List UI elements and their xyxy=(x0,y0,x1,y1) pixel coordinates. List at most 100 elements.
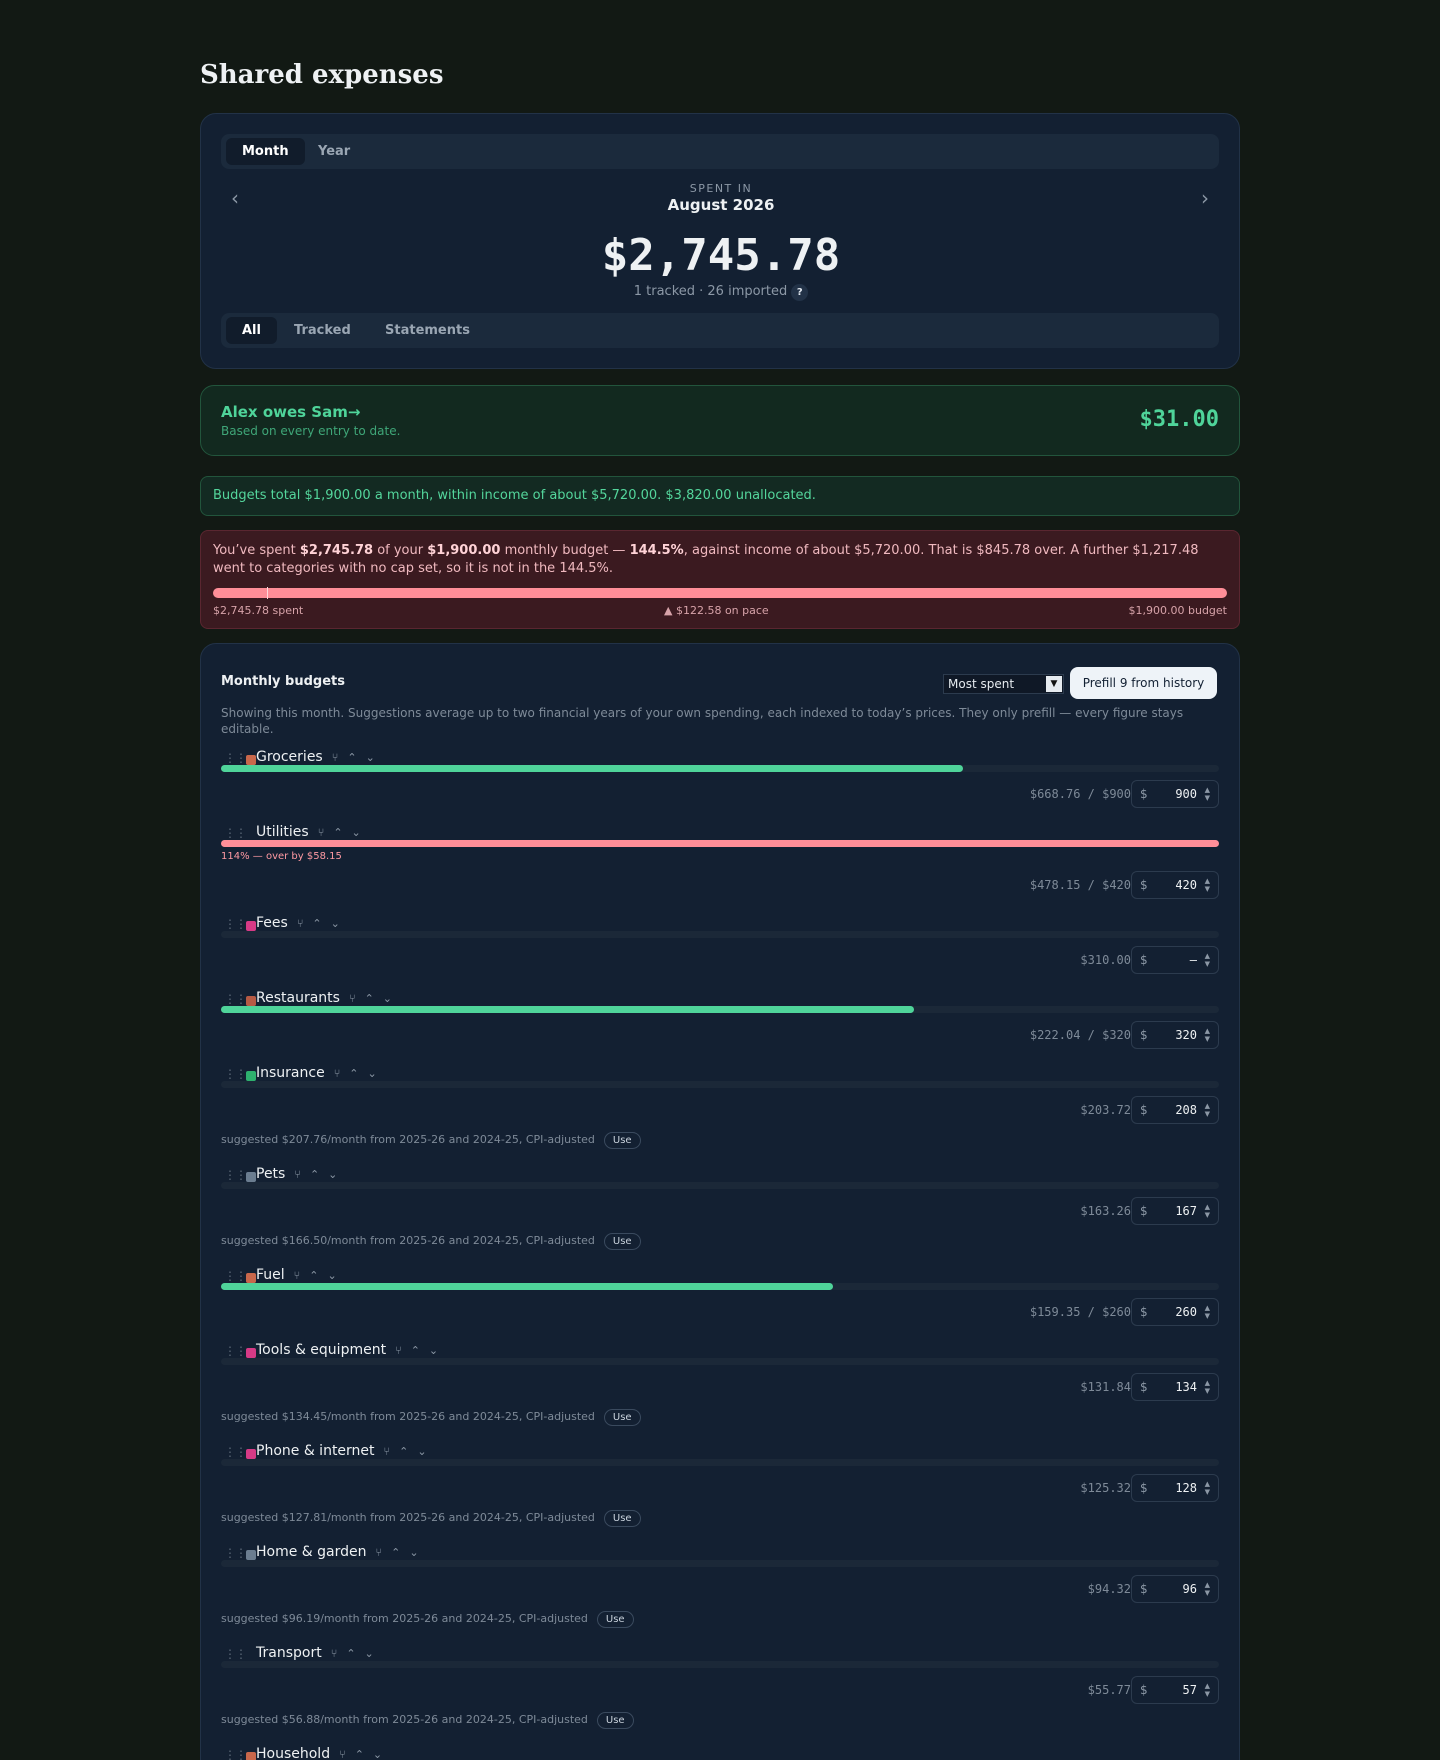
drag-handle-icon[interactable]: ⋮⋮ xyxy=(224,1748,247,1760)
move-up-icon[interactable]: ⌃ xyxy=(347,751,356,764)
stepper-icon[interactable]: ▲ ▼ xyxy=(1205,952,1210,968)
move-up-icon[interactable]: ⌃ xyxy=(411,1344,420,1357)
split-icon[interactable]: ⑂ xyxy=(334,1067,341,1080)
tab-tracked[interactable]: Tracked xyxy=(278,317,367,344)
spending-summary-card: Month Year ‹ › SPENT IN August 2026 $2,7… xyxy=(200,113,1240,369)
stepper-icon[interactable]: ▲ ▼ xyxy=(1205,1480,1210,1496)
budget-progress-track xyxy=(221,1283,1219,1290)
move-down-icon[interactable]: ⌄ xyxy=(383,992,392,1005)
stepper-icon[interactable]: ▲ ▼ xyxy=(1205,1581,1210,1597)
sort-select[interactable]: Most spent ▼ xyxy=(943,674,1064,694)
budget-amount-input[interactable]: $420 ▲ ▼ xyxy=(1131,871,1219,899)
drag-handle-icon[interactable]: ⋮⋮ xyxy=(224,1647,247,1661)
stepper-icon[interactable]: ▲ ▼ xyxy=(1205,1379,1210,1395)
use-suggestion-button[interactable]: Use xyxy=(603,1409,641,1426)
suggestion-text: suggested $207.76/month from 2025-26 and… xyxy=(221,1133,595,1146)
budget-amount-input[interactable]: $208 ▲ ▼ xyxy=(1131,1096,1219,1124)
move-down-icon[interactable]: ⌄ xyxy=(373,1748,382,1760)
stepper-icon[interactable]: ▲ ▼ xyxy=(1205,1027,1210,1043)
drag-handle-icon[interactable]: ⋮⋮ xyxy=(224,1067,247,1081)
move-down-icon[interactable]: ⌄ xyxy=(328,1168,337,1181)
stepper-icon[interactable]: ▲ ▼ xyxy=(1205,1203,1210,1219)
tab-all[interactable]: All xyxy=(226,317,277,344)
split-icon[interactable]: ⑂ xyxy=(332,751,339,764)
help-icon[interactable]: ? xyxy=(791,284,809,301)
move-down-icon[interactable]: ⌄ xyxy=(331,917,340,930)
use-suggestion-button[interactable]: Use xyxy=(596,1611,634,1628)
split-icon[interactable]: ⑂ xyxy=(297,917,304,930)
budget-amount-input[interactable]: $900 ▲ ▼ xyxy=(1131,780,1219,808)
move-down-icon[interactable]: ⌄ xyxy=(417,1445,426,1458)
prefill-from-history-button[interactable]: Prefill 9 from history xyxy=(1070,667,1217,699)
split-icon[interactable]: ⑂ xyxy=(376,1546,383,1559)
move-up-icon[interactable]: ⌃ xyxy=(312,917,321,930)
sort-select-value: Most spent xyxy=(948,677,1015,691)
move-up-icon[interactable]: ⌃ xyxy=(391,1546,400,1559)
drag-handle-icon[interactable]: ⋮⋮ xyxy=(224,826,247,840)
move-down-icon[interactable]: ⌄ xyxy=(365,1647,374,1660)
currency-symbol: $ xyxy=(1140,1103,1148,1117)
move-down-icon[interactable]: ⌄ xyxy=(366,751,375,764)
spent-vs-budget: $478.15 / $420 xyxy=(1029,878,1131,892)
drag-handle-icon[interactable]: ⋮⋮ xyxy=(224,1168,247,1182)
use-suggestion-button[interactable]: Use xyxy=(596,1712,634,1729)
move-up-icon[interactable]: ⌃ xyxy=(349,1067,358,1080)
move-up-icon[interactable]: ⌃ xyxy=(346,1647,355,1660)
currency-symbol: $ xyxy=(1140,1305,1148,1319)
budget-amount-input[interactable]: $57 ▲ ▼ xyxy=(1131,1676,1219,1704)
split-icon[interactable]: ⑂ xyxy=(294,1269,301,1282)
drag-handle-icon[interactable]: ⋮⋮ xyxy=(224,751,247,765)
move-up-icon[interactable]: ⌃ xyxy=(333,826,342,839)
budget-amount-input[interactable]: $167 ▲ ▼ xyxy=(1131,1197,1219,1225)
page-title: Shared expenses xyxy=(200,60,444,90)
drag-handle-icon[interactable]: ⋮⋮ xyxy=(224,917,247,931)
overspend-text-2: of your xyxy=(373,543,428,558)
stepper-icon[interactable]: ▲ ▼ xyxy=(1205,786,1210,802)
budget-amount-input[interactable]: $128 ▲ ▼ xyxy=(1131,1474,1219,1502)
drag-handle-icon[interactable]: ⋮⋮ xyxy=(224,992,247,1006)
move-up-icon[interactable]: ⌃ xyxy=(365,992,374,1005)
budget-progress-track xyxy=(221,1560,1219,1567)
category-name: Home & garden xyxy=(256,1544,367,1560)
budget-amount-input[interactable]: $134 ▲ ▼ xyxy=(1131,1373,1219,1401)
tab-statements[interactable]: Statements xyxy=(369,317,486,344)
drag-handle-icon[interactable]: ⋮⋮ xyxy=(224,1546,247,1560)
use-suggestion-button[interactable]: Use xyxy=(603,1132,641,1149)
tab-year[interactable]: Year xyxy=(302,138,366,165)
stepper-icon[interactable]: ▲ ▼ xyxy=(1205,1304,1210,1320)
use-suggestion-button[interactable]: Use xyxy=(603,1233,641,1250)
settlement-card[interactable]: Alex owes Sam→ Based on every entry to d… xyxy=(200,385,1240,456)
drag-handle-icon[interactable]: ⋮⋮ xyxy=(224,1445,247,1459)
split-icon[interactable]: ⑂ xyxy=(349,992,356,1005)
budget-amount-input[interactable]: $320 ▲ ▼ xyxy=(1131,1021,1219,1049)
split-icon[interactable]: ⑂ xyxy=(294,1168,301,1181)
move-down-icon[interactable]: ⌄ xyxy=(352,826,361,839)
split-icon[interactable]: ⑂ xyxy=(318,826,325,839)
move-down-icon[interactable]: ⌄ xyxy=(409,1546,418,1559)
drag-handle-icon[interactable]: ⋮⋮ xyxy=(224,1269,247,1283)
split-icon[interactable]: ⑂ xyxy=(339,1748,346,1760)
move-down-icon[interactable]: ⌄ xyxy=(368,1067,377,1080)
move-down-icon[interactable]: ⌄ xyxy=(429,1344,438,1357)
drag-handle-icon[interactable]: ⋮⋮ xyxy=(224,1344,247,1358)
category-color-swatch xyxy=(246,921,256,931)
budget-amount-input[interactable]: $260 ▲ ▼ xyxy=(1131,1298,1219,1326)
split-icon[interactable]: ⑂ xyxy=(384,1445,391,1458)
move-down-icon[interactable]: ⌄ xyxy=(328,1269,337,1282)
use-suggestion-button[interactable]: Use xyxy=(603,1510,641,1527)
stepper-icon[interactable]: ▲ ▼ xyxy=(1205,877,1210,893)
tab-month[interactable]: Month xyxy=(226,138,305,165)
stepper-icon[interactable]: ▲ ▼ xyxy=(1205,1102,1210,1118)
move-up-icon[interactable]: ⌃ xyxy=(355,1748,364,1760)
category-name: Fuel xyxy=(256,1267,285,1283)
move-up-icon[interactable]: ⌃ xyxy=(310,1168,319,1181)
budget-suggestion: suggested $56.88/month from 2025-26 and … xyxy=(221,1712,634,1729)
budget-amount-input[interactable]: $ – ▲ ▼ xyxy=(1131,946,1219,974)
stepper-icon[interactable]: ▲ ▼ xyxy=(1205,1682,1210,1698)
split-icon[interactable]: ⑂ xyxy=(331,1647,338,1660)
move-up-icon[interactable]: ⌃ xyxy=(309,1269,318,1282)
spent-vs-budget: $94.32 xyxy=(1087,1582,1131,1596)
split-icon[interactable]: ⑂ xyxy=(395,1344,402,1357)
move-up-icon[interactable]: ⌃ xyxy=(399,1445,408,1458)
budget-amount-input[interactable]: $96 ▲ ▼ xyxy=(1131,1575,1219,1603)
